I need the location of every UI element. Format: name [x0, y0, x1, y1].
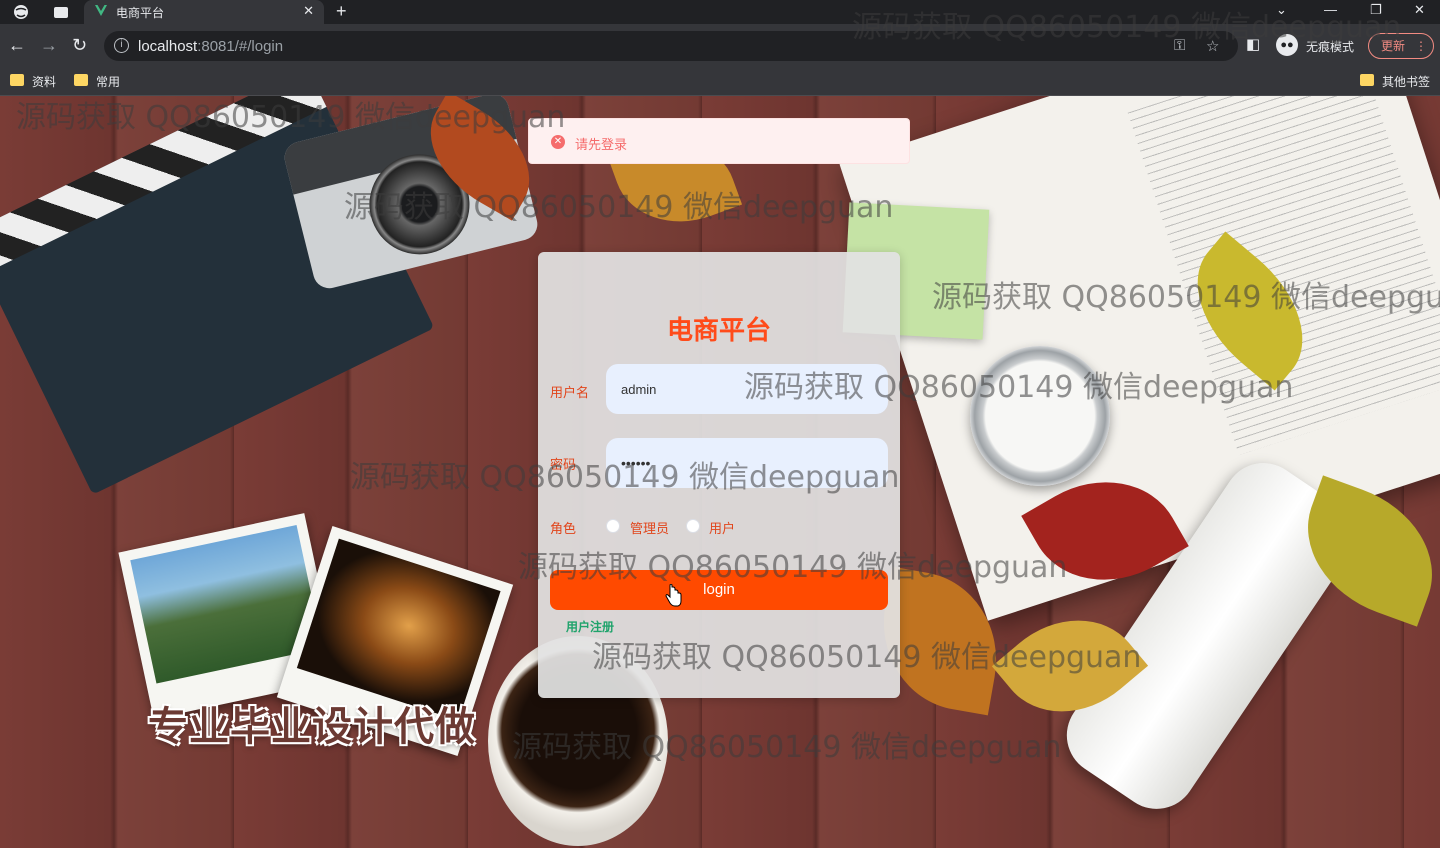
incognito-label: 无痕模式 — [1306, 40, 1355, 54]
login-form: 电商平台 用户名 密码 •••••• 角色 管理员 用户 login 用户注册 — [538, 252, 900, 698]
side-panel-icon[interactable]: ◧ — [1246, 35, 1260, 55]
role-label: 角色 — [550, 521, 577, 536]
role-user-label[interactable]: 用户 — [709, 518, 735, 537]
browser-tab[interactable]: 电商平台 ✕ — [84, 0, 324, 24]
wristwatch-image — [970, 346, 1110, 486]
role-admin-label[interactable]: 管理员 — [630, 518, 669, 537]
site-info-icon[interactable]: i — [114, 38, 129, 53]
incognito-icon: ●● — [1276, 34, 1298, 56]
bookmark-star-icon[interactable]: ☆ — [1206, 37, 1219, 55]
tab-close-icon[interactable]: ✕ — [303, 3, 314, 19]
browser-toolbar: ← → ↻ i localhost:8081/#/login ⚿ ☆ ◧ ●● … — [0, 24, 1440, 68]
tab-list-icon[interactable]: ⌄ — [1276, 2, 1287, 18]
close-window-icon[interactable]: ✕ — [1414, 2, 1425, 18]
username-label: 用户名 — [550, 385, 590, 400]
vue-logo-icon — [95, 5, 107, 16]
hand-cursor-icon — [665, 584, 682, 607]
incognito-indicator[interactable]: ●● 无痕模式 — [1276, 33, 1366, 59]
address-bar[interactable]: i localhost:8081/#/login ⚿ ☆ — [104, 31, 1238, 61]
error-icon: ✕ — [551, 135, 565, 149]
role-admin-radio[interactable] — [606, 519, 620, 533]
bookmark-folder[interactable]: 资料 — [10, 73, 56, 90]
new-tab-button[interactable]: + — [336, 1, 347, 22]
login-title: 电商平台 — [666, 315, 771, 345]
promo-text: 专业毕业设计代做 — [148, 704, 476, 750]
globe-icon[interactable] — [12, 3, 30, 21]
reload-icon[interactable]: ↻ — [72, 35, 87, 55]
bookmark-folder[interactable]: 常用 — [74, 73, 120, 90]
register-link[interactable]: 用户注册 — [566, 618, 614, 635]
minimize-icon[interactable]: — — [1324, 2, 1337, 17]
error-message-text: 请先登录 — [575, 137, 628, 152]
restore-icon[interactable]: ❐ — [1370, 2, 1382, 18]
key-icon[interactable]: ⚿ — [1174, 37, 1185, 54]
username-input[interactable] — [606, 364, 888, 414]
tab-title: 电商平台 — [116, 6, 165, 20]
password-input[interactable]: •••••• — [606, 438, 888, 488]
other-bookmarks-folder[interactable]: 其他书签 — [1360, 73, 1430, 90]
tab-strip: 电商平台 ✕ + ⌄ — ❐ ✕ — [0, 0, 1440, 24]
login-button[interactable]: login — [550, 570, 888, 610]
update-button[interactable]: 更新 ⋮ — [1368, 33, 1434, 59]
role-user-radio[interactable] — [686, 519, 700, 533]
url-text[interactable]: localhost:8081/#/login — [138, 38, 283, 55]
back-icon[interactable]: ← — [8, 35, 26, 55]
error-message-toast: ✕ 请先登录 — [528, 118, 910, 164]
forward-icon[interactable]: → — [40, 35, 58, 55]
tab-search-icon[interactable] — [52, 3, 70, 21]
password-label: 密码 — [550, 457, 577, 472]
bookmarks-bar: 资料 常用 其他书签 — [0, 68, 1440, 96]
